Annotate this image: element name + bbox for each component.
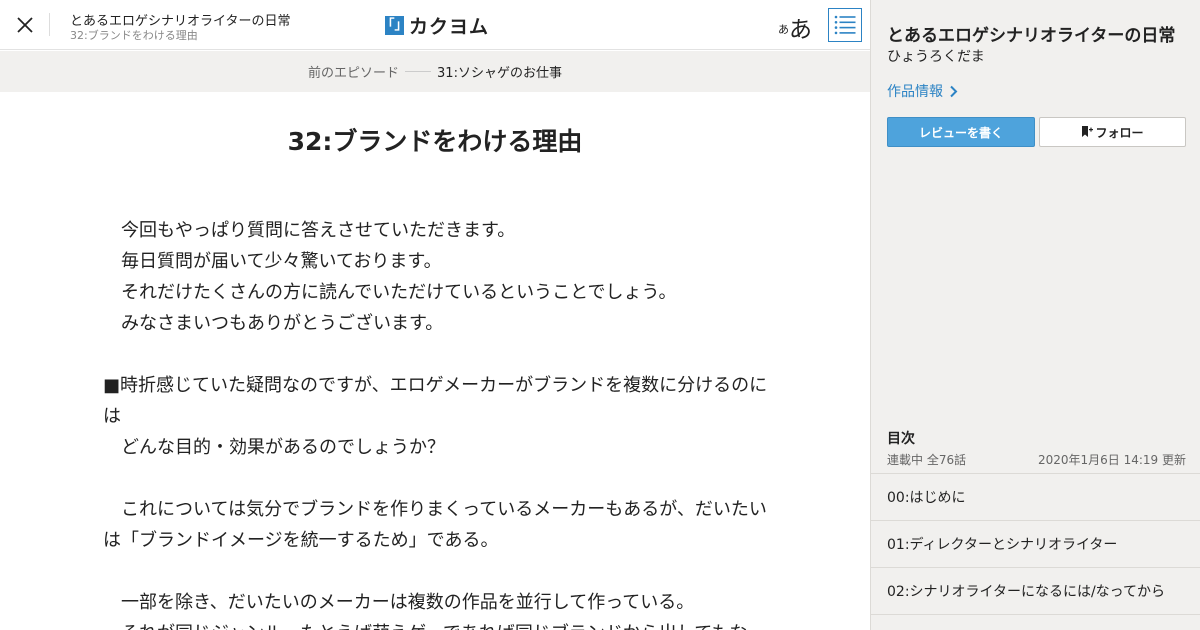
work-info-link[interactable]: 作品情報 (887, 81, 958, 101)
header-divider (49, 13, 50, 36)
body-paragraph (103, 339, 768, 370)
body-paragraph: それだけたくさんの方に読んでいただけているということでしょう。 (103, 282, 677, 303)
previous-episode-title: 31:ソシャゲのお仕事 (437, 66, 562, 81)
logo-mark-icon: 「」 (381, 15, 408, 35)
previous-episode-divider (405, 71, 432, 72)
episode-subtitle: 32:ブランドをわける理由 (70, 29, 198, 42)
close-icon (17, 17, 33, 33)
sidebar-author[interactable]: ひょうろくだま (887, 46, 985, 66)
body-paragraph: それが同じジャンル、たとえば萌えゲーであれば同じブランドから出してもな (103, 618, 768, 630)
body-paragraph: どんな目的・効果があるのでしょうか？ (103, 437, 445, 458)
body-paragraph: 今回もやっぱり質問に答えさせていただきます。 (103, 220, 516, 241)
body-paragraph (103, 463, 768, 494)
toc-toggle-button[interactable] (828, 8, 862, 42)
follow-button[interactable]: フォロー (1039, 117, 1186, 147)
body-paragraph: 一部を除き、だいたいのメーカーは複数の作品を並行して作っている。 (103, 592, 695, 613)
font-size-button[interactable]: あ あ (776, 9, 814, 43)
follow-label: フォロー (1095, 125, 1144, 140)
body-paragraph (103, 556, 768, 587)
list-icon (834, 15, 856, 35)
reader-header: とあるエロゲシナリオライターの日常 32:ブランドをわける理由 「」 カクヨム … (0, 0, 870, 50)
kakuyomu-logo[interactable]: 「」 カクヨム (381, 13, 490, 38)
chevron-right-icon (950, 85, 958, 97)
toc-sidebar: とあるエロゲシナリオライターの日常 ひょうろくだま 作品情報 レビューを書く フ… (870, 0, 1200, 630)
episode-title: 32:ブランドをわける理由 (287, 127, 583, 156)
toc-heading: 目次 (887, 431, 915, 447)
toc-updated: 2020年1月6日 14:19 更新 (1037, 453, 1186, 467)
body-paragraph: ■時折感じていた疑問なのですが、エロゲメーカーがブランドを複数に分けるのには (103, 375, 768, 427)
toc-item[interactable]: 02:シナリオライターになるには/なってから (871, 568, 1200, 615)
previous-episode-label: 前のエピソード (308, 66, 400, 81)
episode-body: 今回もやっぱり質問に答えさせていただきます。 毎日質問が届いて少々驚いております… (103, 215, 768, 630)
close-button[interactable] (14, 14, 36, 36)
previous-episode-link[interactable]: 前のエピソード 31:ソシャゲのお仕事 (0, 51, 870, 92)
toc-list: 00:はじめに 01:ディレクターとシナリオライター 02:シナリオライターにな… (871, 473, 1200, 615)
toc-item[interactable]: 01:ディレクターとシナリオライター (871, 521, 1200, 568)
work-info-label: 作品情報 (887, 84, 943, 100)
toc-item[interactable]: 00:はじめに (871, 474, 1200, 521)
body-paragraph: これについては気分でブランドを作りまくっているメーカーもあるが、だいたいは「ブラ… (103, 499, 767, 551)
toc-status: 連載中 全76話 (887, 453, 967, 467)
write-review-label: レビューを書く (918, 125, 1003, 140)
write-review-button[interactable]: レビューを書く (887, 117, 1035, 147)
body-paragraph: 毎日質問が届いて少々驚いております。 (103, 251, 442, 272)
font-size-large-glyph: あ (789, 17, 812, 43)
sidebar-work-title[interactable]: とあるエロゲシナリオライターの日常 (887, 21, 1175, 46)
previous-episode-bar: 前のエピソード 31:ソシャゲのお仕事 (0, 51, 870, 92)
logo-text: カクヨム (409, 15, 490, 38)
body-paragraph: みなさまいつもありがとうございます。 (103, 313, 444, 334)
reader-pane: とあるエロゲシナリオライターの日常 32:ブランドをわける理由 「」 カクヨム … (0, 0, 870, 630)
font-size-small-glyph: あ (778, 23, 789, 36)
bookmark-plus-icon (1081, 126, 1094, 138)
